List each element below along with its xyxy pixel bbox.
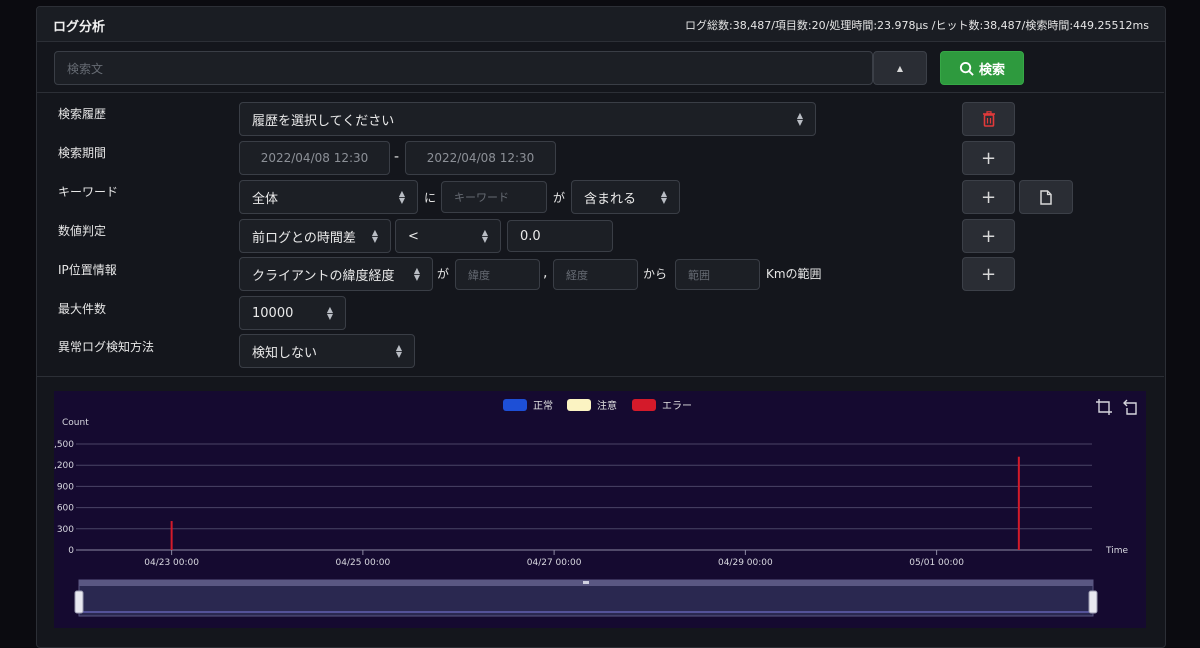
- zoom-slider-handle-left[interactable]: [74, 590, 84, 614]
- x-tick-label: 04/25 00:00: [336, 558, 391, 568]
- y-tick-label: 600: [57, 504, 74, 514]
- error-bar[interactable]: [170, 521, 173, 550]
- y-tick-label: 300: [57, 525, 74, 535]
- x-tick-label: 05/01 00:00: [909, 558, 964, 568]
- error-bar[interactable]: [1017, 456, 1020, 550]
- y-axis-label: Count: [62, 418, 89, 428]
- zoom-slider-handle-right[interactable]: [1088, 590, 1098, 614]
- x-tick-label: 04/29 00:00: [718, 558, 773, 568]
- y-tick-label: 900: [57, 482, 74, 492]
- x-tick-label: 04/27 00:00: [527, 558, 582, 568]
- zoom-slider-grip-icon[interactable]: [583, 581, 589, 584]
- y-tick-label: 0: [68, 546, 74, 556]
- x-tick-label: 04/23 00:00: [144, 558, 199, 568]
- chart-plot-area[interactable]: 0 300 600 900 ,200 ,500 Count Time 04/23 00:00 04…: [0, 0, 1200, 628]
- x-axis-label: Time: [1105, 546, 1128, 556]
- y-tick-label: ,500: [54, 440, 74, 450]
- y-tick-label: ,200: [54, 461, 74, 471]
